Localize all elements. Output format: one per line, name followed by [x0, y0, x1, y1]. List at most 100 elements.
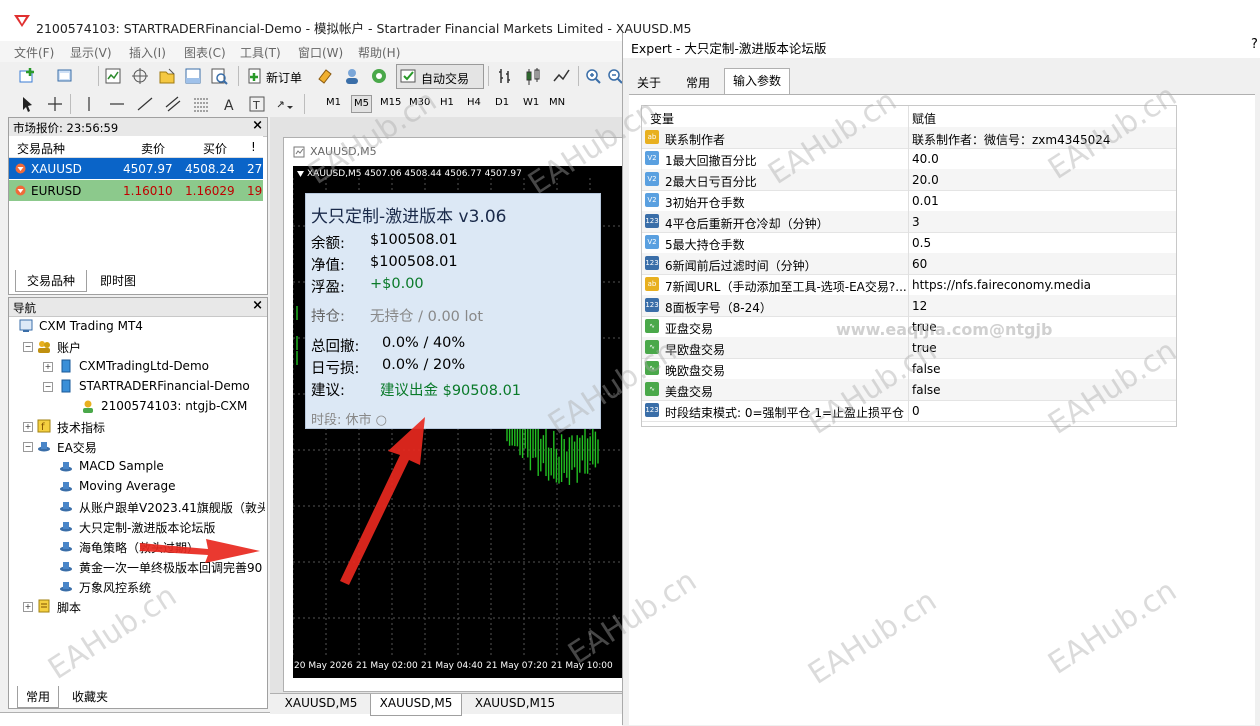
collapse-icon[interactable]: − — [43, 382, 53, 392]
param-value[interactable]: 3 — [912, 215, 920, 229]
menu-help[interactable]: 帮助(H) — [358, 44, 400, 61]
chart-tab[interactable]: XAUUSD,M5 — [280, 696, 362, 715]
col-symbol[interactable]: 交易品种 — [17, 140, 65, 157]
trendline-icon[interactable] — [136, 95, 154, 113]
menu-tools[interactable]: 工具(T) — [240, 44, 281, 61]
param-name: 2最大日亏百分比 — [665, 175, 757, 189]
new-chart-icon[interactable] — [18, 67, 36, 85]
col-bid[interactable]: 卖价 — [141, 140, 165, 157]
param-row[interactable]: ab 联系制作者 联系制作者：微信号：zxm4345024 — [642, 127, 1176, 149]
param-row[interactable]: V2 3初始开仓手数 0.01 — [642, 190, 1176, 212]
expand-icon[interactable]: + — [23, 422, 33, 432]
zoom-in-icon[interactable] — [584, 67, 602, 85]
horizontal-line-icon[interactable] — [108, 95, 126, 113]
menu-charts[interactable]: 图表(C) — [184, 44, 226, 61]
tab-favorites[interactable]: 收藏夹 — [61, 686, 119, 707]
timeframe-mn[interactable]: MN — [549, 97, 565, 108]
param-value[interactable]: 20.0 — [912, 173, 939, 187]
timeframe-h4[interactable]: H4 — [467, 97, 481, 108]
col-variable[interactable]: 变量 — [650, 110, 674, 127]
expand-icon[interactable]: + — [23, 602, 33, 612]
timeframe-d1[interactable]: D1 — [495, 97, 509, 108]
tab-tick-chart[interactable]: 即时图 — [89, 270, 147, 291]
strategy-tester-icon[interactable] — [210, 67, 228, 85]
chart-tab-active[interactable]: XAUUSD,M5 — [370, 694, 462, 716]
terminal-icon[interactable] — [184, 67, 202, 85]
timeframe-w1[interactable]: W1 — [523, 97, 539, 108]
chart-window-title: XAUUSD,M5 — [310, 145, 377, 158]
param-value[interactable]: 0.01 — [912, 194, 939, 208]
timeframe-m5[interactable]: M5 — [351, 95, 372, 113]
col-spread[interactable]: ! — [251, 140, 256, 154]
crosshair-icon[interactable] — [46, 95, 64, 113]
param-row[interactable]: V2 5最大持仓手数 0.5 — [642, 232, 1176, 254]
menu-file[interactable]: 文件(F) — [14, 44, 54, 61]
param-row[interactable]: V2 1最大回撤百分比 40.0 — [642, 148, 1176, 170]
param-value[interactable]: 60 — [912, 257, 927, 271]
help-button[interactable]: ? — [1251, 37, 1258, 52]
arrows-dropdown-icon[interactable] — [276, 95, 294, 113]
timeframe-m15[interactable]: M15 — [380, 97, 401, 108]
collapse-icon[interactable]: − — [23, 342, 33, 352]
crosshair-data-icon[interactable] — [131, 67, 149, 85]
param-value[interactable]: 40.0 — [912, 152, 939, 166]
param-row[interactable]: 123 4平仓后重新开仓冷却（分钟） 3 — [642, 211, 1176, 233]
col-ask[interactable]: 买价 — [203, 140, 227, 157]
vertical-line-icon[interactable] — [80, 95, 98, 113]
expand-icon[interactable]: + — [43, 362, 53, 372]
param-value[interactable]: https://nfs.faireconomy.media — [912, 278, 1091, 292]
window-title: 2100574103: STARTRADERFinancial-Demo - 模… — [36, 21, 692, 36]
param-value[interactable]: 0 — [912, 404, 920, 418]
tab-common[interactable]: 常用 — [17, 686, 59, 708]
signals-icon[interactable] — [370, 67, 388, 85]
param-row[interactable]: ab 7新闻URL（手动添加至工具-选项-EA交易?... https://nfs.… — [642, 274, 1176, 296]
param-row[interactable]: 123 6新闻前后过滤时间（分钟） 60 — [642, 253, 1176, 275]
int-type-icon: 123 — [645, 256, 659, 270]
param-row[interactable]: V2 2最大日亏百分比 20.0 — [642, 169, 1176, 191]
metaeditor-icon[interactable] — [316, 67, 334, 85]
equidistant-channel-icon[interactable] — [164, 95, 182, 113]
text-label-icon[interactable]: T — [248, 95, 266, 113]
param-value[interactable]: 0.5 — [912, 236, 931, 250]
candlestick-icon[interactable] — [524, 67, 542, 85]
profiles-icon[interactable] — [56, 67, 74, 85]
collapse-icon[interactable]: − — [23, 442, 33, 452]
fibonacci-icon[interactable] — [192, 95, 210, 113]
tab-common[interactable]: 常用 — [677, 70, 719, 97]
market-row-xauusd[interactable]: XAUUSD 4507.97 4508.24 27 — [9, 158, 263, 179]
param-row[interactable]: 123 时段结束模式: 0=强制平仓 1=止盈止损平仓 0 — [642, 400, 1176, 422]
tab-about[interactable]: 关于 — [629, 70, 669, 97]
autotrading-button[interactable]: 自动交易 — [396, 64, 484, 89]
param-row[interactable]: 123 8面板字号（8-24） 12 — [642, 295, 1176, 317]
market-row-eurusd[interactable]: EURUSD 1.16010 1.16029 19 — [9, 180, 263, 201]
market-watch-icon[interactable] — [104, 67, 122, 85]
menu-view[interactable]: 显示(V) — [70, 44, 112, 61]
param-row[interactable]: ∿ 早欧盘交易 true — [642, 337, 1176, 359]
param-row[interactable]: ∿ 晚欧盘交易 false — [642, 358, 1176, 380]
close-icon[interactable]: × — [252, 118, 263, 133]
watermark-url: www.eaqijia.com@ntgjb — [836, 320, 1053, 339]
close-icon[interactable]: × — [252, 298, 263, 313]
experts-user-icon[interactable] — [343, 67, 361, 85]
text-tool-icon[interactable]: A — [220, 95, 238, 113]
timeframe-m1[interactable]: M1 — [326, 97, 341, 108]
cursor-icon[interactable] — [18, 95, 36, 113]
tab-symbols[interactable]: 交易品种 — [15, 270, 87, 292]
param-value[interactable]: false — [912, 383, 941, 397]
timeframe-m30[interactable]: M30 — [409, 97, 430, 108]
param-value[interactable]: 12 — [912, 299, 927, 313]
new-order-button[interactable]: 新订单 — [244, 63, 308, 89]
param-value[interactable]: 联系制作者：微信号：zxm4345024 — [912, 131, 1111, 148]
param-value[interactable]: false — [912, 362, 941, 376]
chart-tab[interactable]: XAUUSD,M15 — [468, 696, 562, 715]
menu-window[interactable]: 窗口(W) — [298, 44, 343, 61]
col-value[interactable]: 赋值 — [912, 110, 936, 127]
navigator-icon[interactable] — [158, 67, 176, 85]
line-chart-icon[interactable] — [552, 67, 570, 85]
param-value[interactable]: true — [912, 341, 937, 355]
bar-chart-icon[interactable] — [496, 67, 514, 85]
param-row[interactable]: ∿ 美盘交易 false — [642, 379, 1176, 401]
menu-insert[interactable]: 插入(I) — [129, 44, 166, 61]
timeframe-h1[interactable]: H1 — [440, 97, 454, 108]
price-down-icon — [15, 185, 26, 196]
